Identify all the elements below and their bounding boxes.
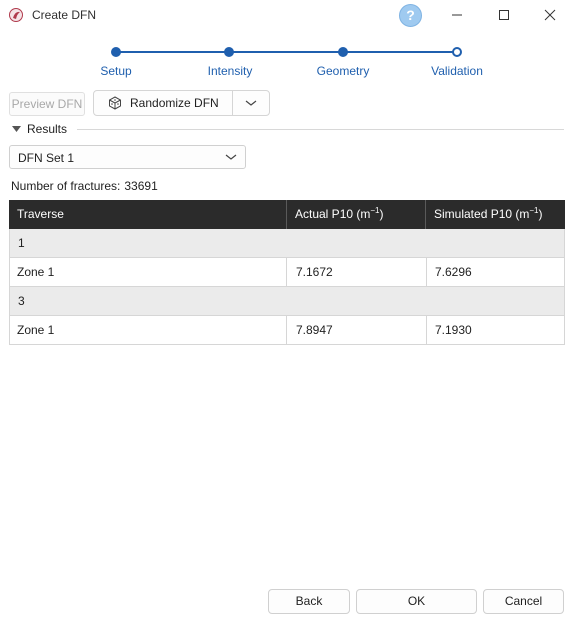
actual-p10-cell: 7.8947 <box>288 316 427 345</box>
minimize-button[interactable] <box>434 0 480 30</box>
actual-p10-cell: 7.1672 <box>288 258 427 287</box>
group-label: 1 <box>18 236 25 250</box>
table-row[interactable]: Zone 1 7.1672 7.6296 <box>9 258 565 287</box>
dfn-set-selected-value: DFN Set 1 <box>18 151 75 165</box>
results-label: Results <box>27 122 68 136</box>
fracture-count-value: 33691 <box>124 179 158 193</box>
close-icon <box>544 9 556 21</box>
column-header-simulated-p10[interactable]: Simulated P10 (m−1) <box>426 200 565 229</box>
randomize-dfn-split-button: Randomize DFN <box>93 90 270 116</box>
step-dot-intensity[interactable] <box>224 47 234 57</box>
minimize-icon <box>452 14 462 16</box>
simulated-p10-cell: 7.6296 <box>435 265 472 279</box>
table-group-row[interactable]: 3 <box>9 287 565 316</box>
collapse-triangle-icon[interactable] <box>12 125 22 133</box>
step-dot-geometry[interactable] <box>338 47 348 57</box>
table-group-row[interactable]: 1 <box>9 229 565 258</box>
app-logo-icon <box>9 8 23 22</box>
table-header-row: Traverse Actual P10 (m−1) Simulated P10 … <box>9 200 565 229</box>
traverse-cell: Zone 1 <box>9 258 287 287</box>
back-button[interactable]: Back <box>268 589 350 614</box>
maximize-button[interactable] <box>481 0 527 30</box>
randomize-dfn-button[interactable]: Randomize DFN <box>94 91 232 115</box>
validation-table: Traverse Actual P10 (m−1) Simulated P10 … <box>9 200 565 345</box>
table-row[interactable]: Zone 1 7.8947 7.1930 <box>9 316 565 345</box>
chevron-down-icon <box>225 154 237 160</box>
step-label-intensity[interactable]: Intensity <box>208 64 253 78</box>
column-header-traverse[interactable]: Traverse <box>9 200 287 229</box>
fracture-count-label: Number of fractures: <box>11 179 121 193</box>
group-label: 3 <box>18 294 25 308</box>
section-divider <box>77 129 564 130</box>
stepper-track <box>116 51 457 53</box>
chevron-down-icon <box>245 100 257 106</box>
dice-icon <box>109 96 121 110</box>
randomize-dfn-label: Randomize DFN <box>130 96 219 110</box>
simulated-p10-cell: 7.1930 <box>435 323 472 337</box>
step-label-geometry[interactable]: Geometry <box>317 64 370 78</box>
help-button[interactable]: ? <box>399 4 422 27</box>
preview-dfn-button[interactable]: Preview DFN <box>9 92 85 116</box>
cancel-button[interactable]: Cancel <box>483 589 564 614</box>
window-title: Create DFN <box>32 8 97 22</box>
dfn-set-select[interactable]: DFN Set 1 <box>9 145 246 169</box>
column-header-actual-p10[interactable]: Actual P10 (m−1) <box>287 200 426 229</box>
step-dot-validation[interactable] <box>452 47 462 57</box>
step-dot-setup[interactable] <box>111 47 121 57</box>
step-label-setup[interactable]: Setup <box>100 64 131 78</box>
step-label-validation[interactable]: Validation <box>431 64 483 78</box>
results-section-header: Results <box>10 122 564 138</box>
traverse-cell: Zone 1 <box>9 316 287 345</box>
fracture-count: Number of fractures: 33691 <box>11 179 162 193</box>
title-bar: Create DFN ? <box>0 0 570 30</box>
randomize-options-dropdown[interactable] <box>233 91 269 115</box>
ok-button[interactable]: OK <box>356 589 477 614</box>
wizard-stepper: Setup Intensity Geometry Validation <box>0 40 570 85</box>
maximize-icon <box>499 10 509 20</box>
close-button[interactable] <box>527 0 570 30</box>
